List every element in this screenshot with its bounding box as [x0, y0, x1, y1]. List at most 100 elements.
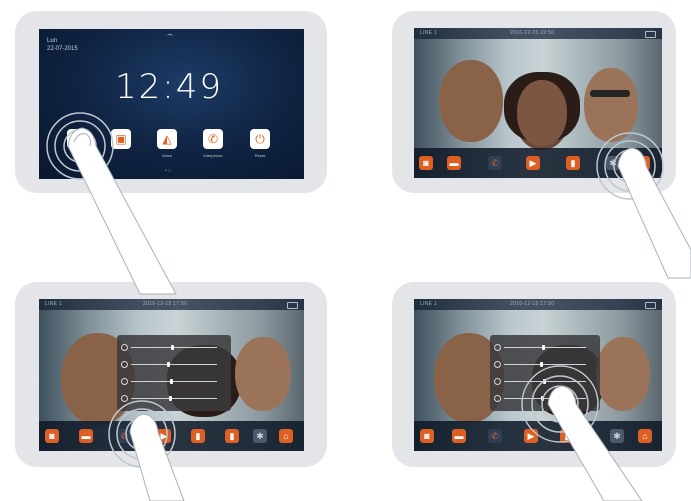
- date-label: 22-07-2015: [47, 46, 78, 52]
- slider-knob[interactable]: [541, 345, 545, 350]
- home-button[interactable]: ⌂: [638, 429, 652, 443]
- snapshot-button[interactable]: ◙: [419, 156, 433, 170]
- app-interphone-label: Interphone: [203, 153, 223, 158]
- face-left: [439, 60, 503, 142]
- slider-knob[interactable]: [167, 362, 171, 367]
- wifi-indicator-icon: [167, 34, 173, 38]
- camera-icon: ▣: [115, 132, 127, 146]
- face-center-front: [517, 80, 567, 146]
- door-button[interactable]: ▮: [225, 429, 239, 443]
- phone-icon: ✆: [120, 430, 128, 441]
- gear-icon: ✱: [613, 430, 621, 441]
- app-camera-button[interactable]: ▣: [111, 129, 131, 149]
- snapshot-button[interactable]: ◙: [420, 429, 434, 443]
- record-button[interactable]: ▬: [452, 429, 466, 443]
- lock-icon: ▮: [564, 430, 570, 441]
- page-indicator: • ○: [165, 168, 172, 174]
- adjust-button[interactable]: ▶: [157, 429, 171, 443]
- sunglasses: [590, 90, 630, 97]
- device-frame-home: Lun 22-07-2015 12:49 ▌ ▣ ◭ Video ✆ Inter…: [15, 11, 327, 193]
- home-screen: Lun 22-07-2015 12:49 ▌ ▣ ◭ Video ✆ Inter…: [39, 29, 304, 179]
- app-doorbell-button[interactable]: ▌: [67, 129, 87, 149]
- app-interphone-button[interactable]: ✆: [203, 129, 223, 149]
- channel-label: LINE 1: [420, 301, 438, 307]
- slider-knob[interactable]: [170, 345, 174, 350]
- contrast-icon: [494, 361, 501, 368]
- home-icon: ⌂: [640, 157, 646, 168]
- status-bar: LINE 1 2016-12-15 22:50: [414, 28, 662, 39]
- settings-button[interactable]: ✱: [253, 429, 267, 443]
- face-right: [584, 68, 638, 142]
- color-icon: [121, 378, 128, 385]
- volume-slider[interactable]: [504, 396, 586, 401]
- brightness-icon: [494, 344, 501, 351]
- slider-knob[interactable]: [169, 379, 173, 384]
- phone-icon: ✆: [491, 430, 499, 441]
- volume-slider[interactable]: [131, 396, 217, 401]
- adjust-button[interactable]: ▶: [524, 429, 538, 443]
- slider-knob[interactable]: [540, 396, 544, 401]
- app-reset-button[interactable]: ⏻: [250, 129, 270, 149]
- contrast-slider[interactable]: [504, 362, 586, 367]
- device-frame-settings: LINE 1 2016-12-15 17:50 ◙ ▬ ✆ ▶ ▮ ▮ ✱ ⌂: [15, 282, 327, 467]
- phone-icon: ✆: [491, 157, 499, 168]
- color-slider[interactable]: [131, 379, 217, 384]
- record-button[interactable]: ▬: [447, 156, 461, 170]
- gear-icon: ✱: [256, 430, 264, 441]
- slider-knob[interactable]: [168, 396, 172, 401]
- gear-icon: ✱: [609, 157, 617, 168]
- settings-button[interactable]: ✱: [606, 156, 620, 170]
- control-bar: ◙ ▬ ✆ ▶ ▮ ✱ ⌂: [414, 421, 662, 451]
- channel-label: LINE 1: [420, 30, 438, 36]
- unlock-button[interactable]: ▮: [191, 429, 205, 443]
- video-screen: LINE 1 2016-12-15 22:50 ◙ ▬ ✆ ▶ ▮ ✱ ⌂: [414, 28, 662, 178]
- slider-knob[interactable]: [540, 362, 544, 367]
- adjustment-panel: [117, 335, 231, 411]
- face-right: [596, 337, 650, 411]
- slider-knob[interactable]: [543, 379, 547, 384]
- call-button[interactable]: ✆: [488, 429, 502, 443]
- device-frame-settings-drag: LINE 1 2016-12-15 17:50 ◙ ▬ ✆ ▶ ▮ ✱ ⌂: [392, 282, 676, 467]
- battery-icon: [645, 31, 656, 38]
- battery-icon: [287, 302, 298, 309]
- brightness-slider[interactable]: [131, 345, 217, 350]
- camera-icon: ◙: [423, 157, 429, 168]
- call-button[interactable]: ✆: [117, 429, 131, 443]
- camera-icon: ◙: [49, 430, 55, 441]
- face-right: [235, 337, 291, 411]
- app-video-label: Video: [161, 153, 173, 158]
- datetime-label: 2016-12-15 17:50: [510, 301, 555, 307]
- call-button[interactable]: ✆: [488, 156, 502, 170]
- video-icon: ▶: [529, 157, 537, 168]
- control-bar: ◙ ▬ ✆ ▶ ▮ ✱ ⌂: [414, 148, 662, 178]
- video-screen-settings-drag: LINE 1 2016-12-15 17:50 ◙ ▬ ✆ ▶ ▮ ✱ ⌂: [414, 299, 662, 451]
- video-icon: ◭: [162, 132, 172, 146]
- brightness-icon: [121, 344, 128, 351]
- contrast-slider[interactable]: [131, 362, 217, 367]
- app-reset-label: Reset: [254, 153, 266, 158]
- brightness-slider[interactable]: [504, 345, 586, 350]
- video-record-button[interactable]: ▶: [526, 156, 540, 170]
- volume-icon: [121, 395, 128, 402]
- settings-button[interactable]: ✱: [610, 429, 624, 443]
- sliders-icon: ▶: [527, 430, 535, 441]
- record-button[interactable]: ▬: [79, 429, 93, 443]
- record-icon: ▬: [454, 430, 464, 441]
- status-bar: LINE 1 2016-12-15 17:50: [414, 299, 662, 310]
- power-icon: ⏻: [255, 131, 265, 146]
- volume-icon: [494, 395, 501, 402]
- color-slider[interactable]: [504, 379, 586, 384]
- channel-label: LINE 1: [45, 301, 63, 307]
- unlock-button[interactable]: ▮: [566, 156, 580, 170]
- battery-icon: [645, 302, 656, 309]
- camera-icon: ◙: [424, 430, 430, 441]
- home-button[interactable]: ⌂: [279, 429, 293, 443]
- snapshot-button[interactable]: ◙: [45, 429, 59, 443]
- adjustment-panel: [490, 335, 600, 411]
- unlock-button[interactable]: ▮: [560, 429, 574, 443]
- app-video-button[interactable]: ◭: [157, 129, 177, 149]
- lock-icon: ▮: [195, 430, 201, 441]
- video-screen-settings: LINE 1 2016-12-15 17:50 ◙ ▬ ✆ ▶ ▮ ▮ ✱ ⌂: [39, 299, 304, 451]
- status-bar: LINE 1 2016-12-15 17:50: [39, 299, 304, 310]
- home-button[interactable]: ⌂: [636, 156, 650, 170]
